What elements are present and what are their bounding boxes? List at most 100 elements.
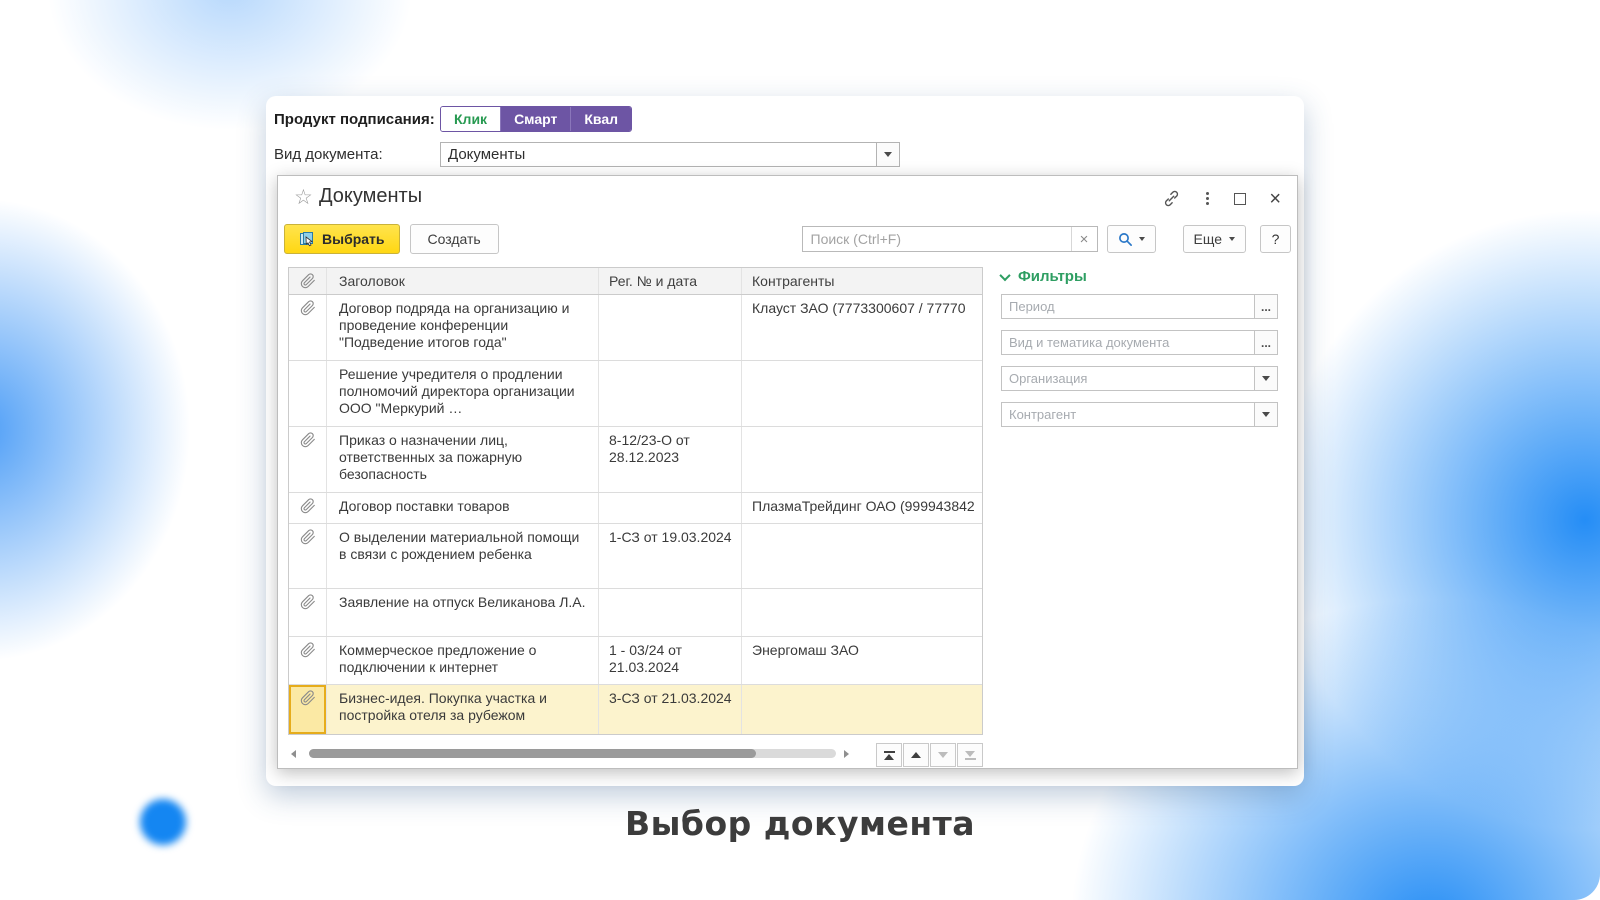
toolbar: Выбрать Создать × Еще ? — [284, 223, 1291, 255]
table-row[interactable]: Заявление на отпуск Великанова Л.А. — [289, 589, 982, 637]
doc-title: Договор подряда на организацию и проведе… — [327, 295, 599, 360]
filters-panel: Фильтры ... ... — [1001, 268, 1278, 438]
doc-kind-ellipsis-button[interactable]: ... — [1255, 330, 1278, 355]
select-document-icon — [299, 231, 315, 247]
horizontal-scrollbar-row — [288, 741, 983, 767]
select-button[interactable]: Выбрать — [284, 224, 400, 254]
table-row[interactable]: О выделении материальной помощи в связи … — [289, 524, 982, 589]
more-button[interactable]: Еще — [1183, 225, 1247, 253]
doc-reg — [599, 589, 742, 636]
go-to-top-button[interactable] — [876, 743, 902, 767]
chevron-down-icon — [1139, 237, 1145, 241]
signing-product-segmented-control: Клик Смарт Квал — [440, 106, 632, 132]
go-to-bottom-button[interactable] — [957, 743, 983, 767]
close-icon[interactable]: × — [1269, 192, 1281, 206]
favorite-star-icon[interactable]: ☆ — [294, 185, 313, 210]
filter-contractor — [1001, 402, 1278, 427]
table-row-selected[interactable]: Бизнес-идея. Покупка участка и постройка… — [289, 685, 982, 734]
table-header-row: Заголовок Рег. № и дата Контрагенты — [289, 268, 982, 295]
document-kind-dropdown-button[interactable] — [877, 142, 900, 167]
column-header-attachment[interactable] — [289, 268, 327, 294]
chevron-down-icon — [999, 269, 1010, 280]
period-ellipsis-button[interactable]: ... — [1255, 294, 1278, 319]
doc-contractors — [742, 589, 982, 636]
window-title: Документы — [319, 185, 422, 208]
table-row[interactable]: Приказ о назначении лиц, ответственных з… — [289, 427, 982, 493]
product-tab-smart[interactable]: Смарт — [500, 107, 570, 131]
product-tab-kval[interactable]: Квал — [570, 107, 631, 131]
scrollbar-thumb[interactable] — [309, 749, 756, 758]
doc-title: О выделении материальной помощи в связи … — [327, 524, 599, 588]
paperclip-icon — [300, 529, 316, 545]
filter-organization — [1001, 366, 1278, 391]
paperclip-icon — [300, 432, 316, 448]
page-down-button[interactable] — [930, 743, 956, 767]
page-up-button[interactable] — [903, 743, 929, 767]
chevron-down-icon — [1229, 237, 1235, 241]
help-button[interactable]: ? — [1260, 225, 1291, 253]
paperclip-icon — [300, 273, 316, 289]
more-menu-icon[interactable] — [1204, 192, 1211, 205]
chevron-down-icon — [1262, 412, 1270, 417]
signing-product-row: Продукт подписания: Клик Смарт Квал — [274, 106, 632, 132]
contractor-input[interactable] — [1001, 402, 1255, 427]
doc-title: Решение учредителя о продлении полномочи… — [327, 361, 599, 426]
search-field: × — [802, 226, 1098, 252]
maximize-icon[interactable] — [1234, 193, 1246, 205]
chevron-down-icon — [884, 152, 892, 157]
paperclip-icon — [300, 498, 316, 514]
doc-contractors — [742, 361, 982, 426]
doc-reg: 3-СЗ от 21.03.2024 — [599, 685, 742, 734]
search-settings-button[interactable] — [1107, 225, 1156, 253]
product-tab-klik[interactable]: Клик — [441, 107, 500, 131]
table-row[interactable]: Решение учредителя о продлении полномочи… — [289, 361, 982, 427]
document-kind-input[interactable] — [440, 142, 877, 167]
column-header-contractors[interactable]: Контрагенты — [742, 268, 982, 294]
doc-contractors — [742, 685, 982, 734]
column-header-title[interactable]: Заголовок — [327, 268, 599, 294]
link-icon[interactable] — [1162, 189, 1181, 208]
signing-product-label: Продукт подписания: — [274, 111, 440, 128]
doc-reg: 1 - 03/24 от 21.03.2024 — [599, 637, 742, 684]
doc-contractors: ПлазмаТрейдинг ОАО (999943842 — [742, 493, 982, 523]
table-row[interactable]: Договор подряда на организацию и проведе… — [289, 295, 982, 361]
page-title: Выбор документа — [0, 804, 1600, 843]
period-input[interactable] — [1001, 294, 1255, 319]
contractor-dropdown-button[interactable] — [1255, 402, 1278, 427]
list-navigation-buttons — [876, 743, 983, 767]
paperclip-icon — [300, 690, 316, 706]
organization-dropdown-button[interactable] — [1255, 366, 1278, 391]
paperclip-icon — [300, 642, 316, 658]
doc-title: Договор поставки товаров — [327, 493, 599, 523]
doc-title: Заявление на отпуск Великанова Л.А. — [327, 589, 599, 636]
doc-title: Приказ о назначении лиц, ответственных з… — [327, 427, 599, 492]
document-kind-row: Вид документа: — [274, 142, 900, 167]
organization-input[interactable] — [1001, 366, 1255, 391]
scrollbar-track[interactable] — [309, 749, 836, 758]
scroll-left-arrow[interactable] — [291, 750, 296, 758]
search-input[interactable] — [803, 231, 1071, 247]
screenshot-card: Продукт подписания: Клик Смарт Квал Вид … — [266, 96, 1304, 786]
doc-contractors — [742, 427, 982, 492]
search-clear-button[interactable]: × — [1071, 227, 1097, 251]
search-icon — [1118, 232, 1133, 247]
doc-reg — [599, 361, 742, 426]
paperclip-icon — [300, 300, 316, 316]
documents-table: Заголовок Рег. № и дата Контрагенты Дого… — [288, 267, 983, 735]
table-row[interactable]: Договор поставки товаров ПлазмаТрейдинг … — [289, 493, 982, 524]
filter-period: ... — [1001, 294, 1278, 319]
scroll-right-arrow[interactable] — [844, 750, 849, 758]
filters-title: Фильтры — [1018, 268, 1087, 285]
documents-window: ☆ Документы × — [277, 175, 1298, 769]
doc-reg: 8-12/23-О от 28.12.2023 — [599, 427, 742, 492]
doc-reg — [599, 295, 742, 360]
window-header: ☆ Документы × — [278, 176, 1297, 222]
doc-kind-input[interactable] — [1001, 330, 1255, 355]
chevron-down-icon — [1262, 376, 1270, 381]
doc-contractors — [742, 524, 982, 588]
filters-header[interactable]: Фильтры — [1001, 268, 1278, 285]
create-button[interactable]: Создать — [410, 224, 499, 254]
table-row[interactable]: Коммерческое предложение о подключении к… — [289, 637, 982, 685]
document-kind-label: Вид документа: — [274, 146, 440, 163]
column-header-reg[interactable]: Рег. № и дата — [599, 268, 742, 294]
